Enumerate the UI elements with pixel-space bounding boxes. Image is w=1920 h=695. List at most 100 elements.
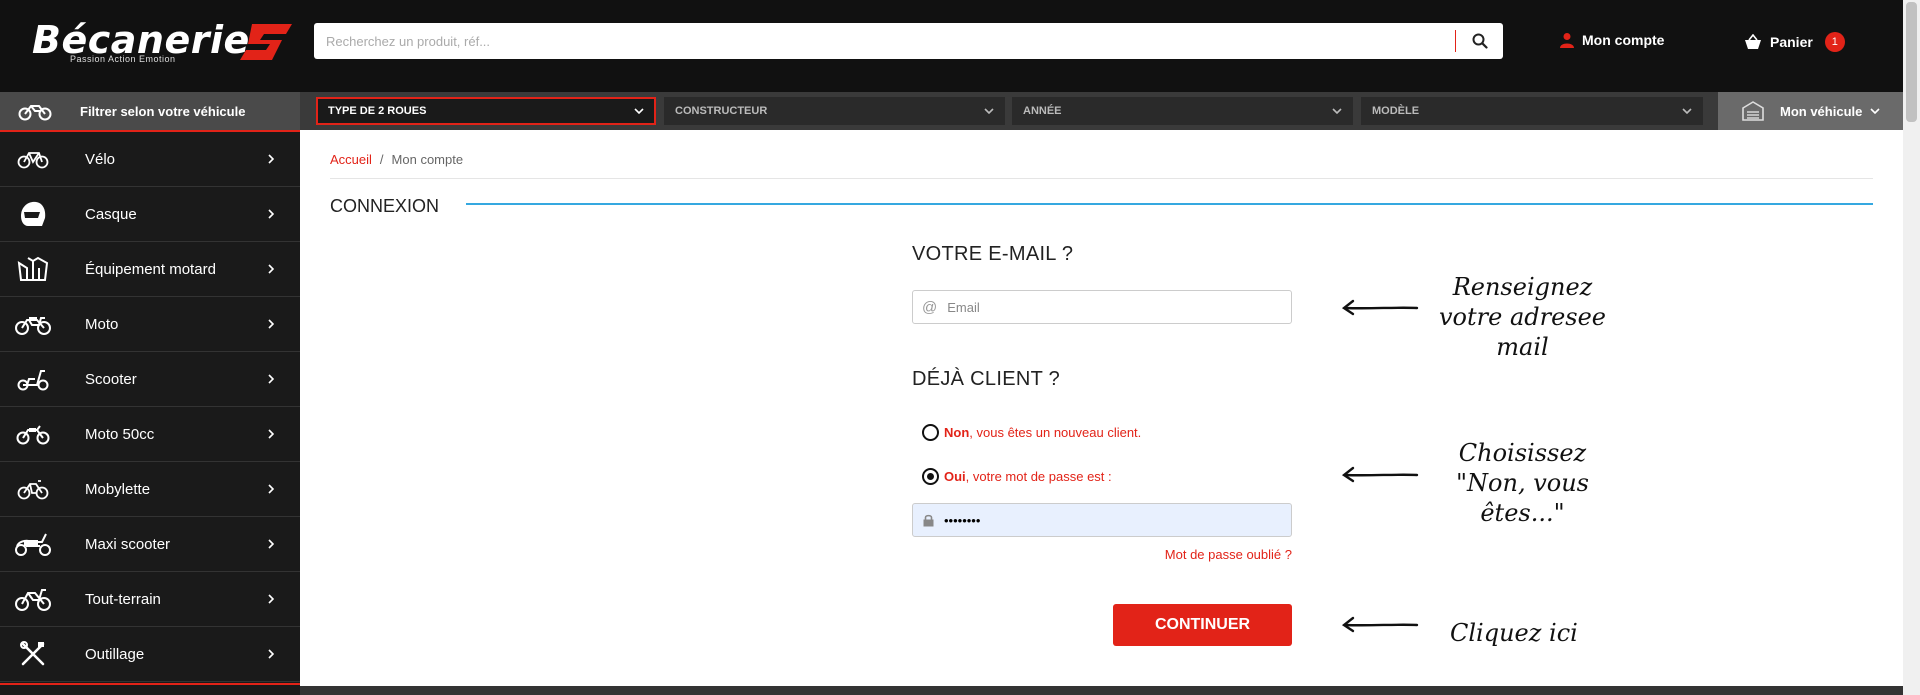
main-content: Accueil / Mon compte CONNEXION VOTRE E-MAI… <box>300 130 1903 685</box>
sidebar-item-maxi-scooter[interactable]: Maxi scooter <box>0 517 300 572</box>
password-field-wrapper <box>912 503 1292 537</box>
sidebar-item-label: Équipement motard <box>85 260 216 278</box>
category-sidebar: Vélo Casque Équipement motard Moto Scoot… <box>0 130 300 695</box>
sidebar-item-casque[interactable]: Casque <box>0 187 300 242</box>
chevron-right-icon <box>268 594 274 604</box>
select-vehicle-type[interactable]: TYPE DE 2 ROUES <box>316 97 656 125</box>
sidebar-item-tout-terrain[interactable]: Tout-terrain <box>0 572 300 627</box>
bicycle-icon <box>17 152 49 169</box>
becanerie-logo[interactable]: Bécanerie Passion Action Emotion <box>30 18 292 68</box>
moped-icon <box>17 480 49 500</box>
radio-existing-client-bold: Oui <box>944 469 966 484</box>
search-input[interactable] <box>314 23 1454 59</box>
chevron-down-icon <box>1870 108 1880 114</box>
search-bar <box>314 23 1503 59</box>
breadcrumb-current: Mon compte <box>391 152 464 167</box>
chevron-right-icon <box>268 264 274 274</box>
select-vehicle-type-value: TYPE DE 2 ROUES <box>328 105 427 117</box>
cart-link[interactable]: Panier 1 <box>1744 32 1845 52</box>
sidebar-item-label: Mobylette <box>85 480 151 498</box>
logo-mark-icon <box>240 24 292 60</box>
arrow-left-icon <box>1341 466 1419 483</box>
search-icon <box>1472 33 1488 49</box>
account-label: Mon compte <box>1582 32 1665 48</box>
chevron-down-icon <box>1332 108 1342 114</box>
breadcrumb: Accueil / Mon compte <box>330 152 463 167</box>
filter-label: Filtrer selon votre véhicule <box>0 92 300 130</box>
arrow-left-icon <box>1341 616 1419 633</box>
sidebar-item-velo[interactable]: Vélo <box>0 132 300 187</box>
account-link[interactable]: Mon compte <box>1560 32 1664 48</box>
radio-new-client-bold: Non <box>944 425 970 440</box>
chevron-down-icon <box>634 108 644 114</box>
chevron-right-icon <box>268 374 274 384</box>
sidebar-item-label: Tout-terrain <box>85 590 161 608</box>
radio-new-client[interactable]: Non, vous êtes un nouveau client. <box>922 424 1141 441</box>
cart-count-badge: 1 <box>1824 32 1845 52</box>
password-field[interactable] <box>944 505 1291 535</box>
annotation-choose: Choisissez "Non, vous êtes..." <box>1430 438 1615 528</box>
sidebar-item-label: Vélo <box>85 150 116 168</box>
chevron-down-icon <box>1682 108 1692 114</box>
email-question-heading: VOTRE E-MAIL ? <box>912 243 1074 265</box>
sidebar-item-scooter[interactable]: Scooter <box>0 352 300 407</box>
annotation-choose-line2: "Non, vous êtes..." <box>1456 469 1589 527</box>
sidebar-item-label: Maxi scooter <box>85 535 171 553</box>
chevron-right-icon <box>268 429 274 439</box>
radio-new-client-button[interactable] <box>922 424 939 441</box>
helmet-icon <box>21 201 46 226</box>
sidebar-item-moto-50cc[interactable]: Moto 50cc <box>0 407 300 462</box>
filter-label-text: Filtrer selon votre véhicule <box>80 103 246 119</box>
cart-label: Panier <box>1770 34 1813 50</box>
select-year[interactable]: ANNÉE <box>1012 97 1353 125</box>
sidebar-item-label: Moto 50cc <box>85 425 155 443</box>
annotation-click: Cliquez ici <box>1450 619 1578 647</box>
dirt-bike-icon <box>15 589 51 611</box>
chevron-right-icon <box>268 539 274 549</box>
chevron-right-icon <box>268 154 274 164</box>
radio-existing-client[interactable]: Oui, votre mot de passe est : <box>922 468 1112 485</box>
title-divider <box>466 203 1873 205</box>
arrow-left-icon <box>1341 299 1419 316</box>
sidebar-item-equipement-motard[interactable]: Équipement motard <box>0 242 300 297</box>
client-question-heading: DÉJÀ CLIENT ? <box>912 368 1061 390</box>
sidebar-item-moto[interactable]: Moto <box>0 297 300 352</box>
select-manufacturer-value: CONSTRUCTEUR <box>675 105 768 117</box>
breadcrumb-home-link[interactable]: Accueil <box>330 152 372 167</box>
email-field[interactable] <box>947 292 1291 322</box>
search-button[interactable] <box>1456 23 1503 59</box>
select-year-value: ANNÉE <box>1023 105 1062 117</box>
vehicle-filter-bar: Filtrer selon votre véhicule TYPE DE 2 R… <box>0 92 1903 130</box>
chevron-right-icon <box>268 209 274 219</box>
cart-icon <box>1745 34 1761 49</box>
forgot-password-link[interactable]: Mot de passe oublié ? <box>1112 547 1292 562</box>
chevron-down-icon <box>984 108 994 114</box>
logo-tagline: Passion Action Emotion <box>70 54 176 64</box>
select-manufacturer[interactable]: CONSTRUCTEUR <box>664 97 1005 125</box>
annotation-email-line2: votre adresee mail <box>1438 303 1607 361</box>
motorcycle-icon <box>18 105 52 121</box>
page-title: CONNEXION <box>330 196 440 216</box>
user-icon <box>1560 33 1574 48</box>
garage-icon <box>1742 101 1764 121</box>
scrollbar-thumb[interactable] <box>1906 2 1917 122</box>
sidebar-item-mobylette[interactable]: Mobylette <box>0 462 300 517</box>
annotation-choose-line1: Choisissez <box>1458 439 1587 467</box>
continue-button[interactable]: CONTINUER <box>1113 604 1292 646</box>
motorcycle-icon <box>15 317 51 335</box>
email-field-wrapper: @ <box>912 290 1292 324</box>
at-icon: @ <box>922 298 938 316</box>
sidebar-item-outillage[interactable]: Outillage <box>0 627 300 682</box>
chevron-right-icon <box>268 484 274 494</box>
breadcrumb-divider <box>330 178 1873 179</box>
select-model[interactable]: MODÈLE <box>1361 97 1703 125</box>
my-vehicle-button[interactable]: Mon véhicule <box>1718 92 1903 130</box>
page-scrollbar[interactable] <box>1903 0 1920 695</box>
sidebar-item-label: Casque <box>85 205 137 223</box>
footer-edge <box>300 686 1903 695</box>
radio-existing-client-label: , votre mot de passe est : <box>965 469 1112 484</box>
sidebar-item-label: Moto <box>85 315 119 333</box>
site-header: Bécanerie Passion Action Emotion Mon com… <box>0 0 1903 92</box>
scooter-icon <box>17 370 49 391</box>
radio-existing-client-button[interactable] <box>922 468 939 485</box>
